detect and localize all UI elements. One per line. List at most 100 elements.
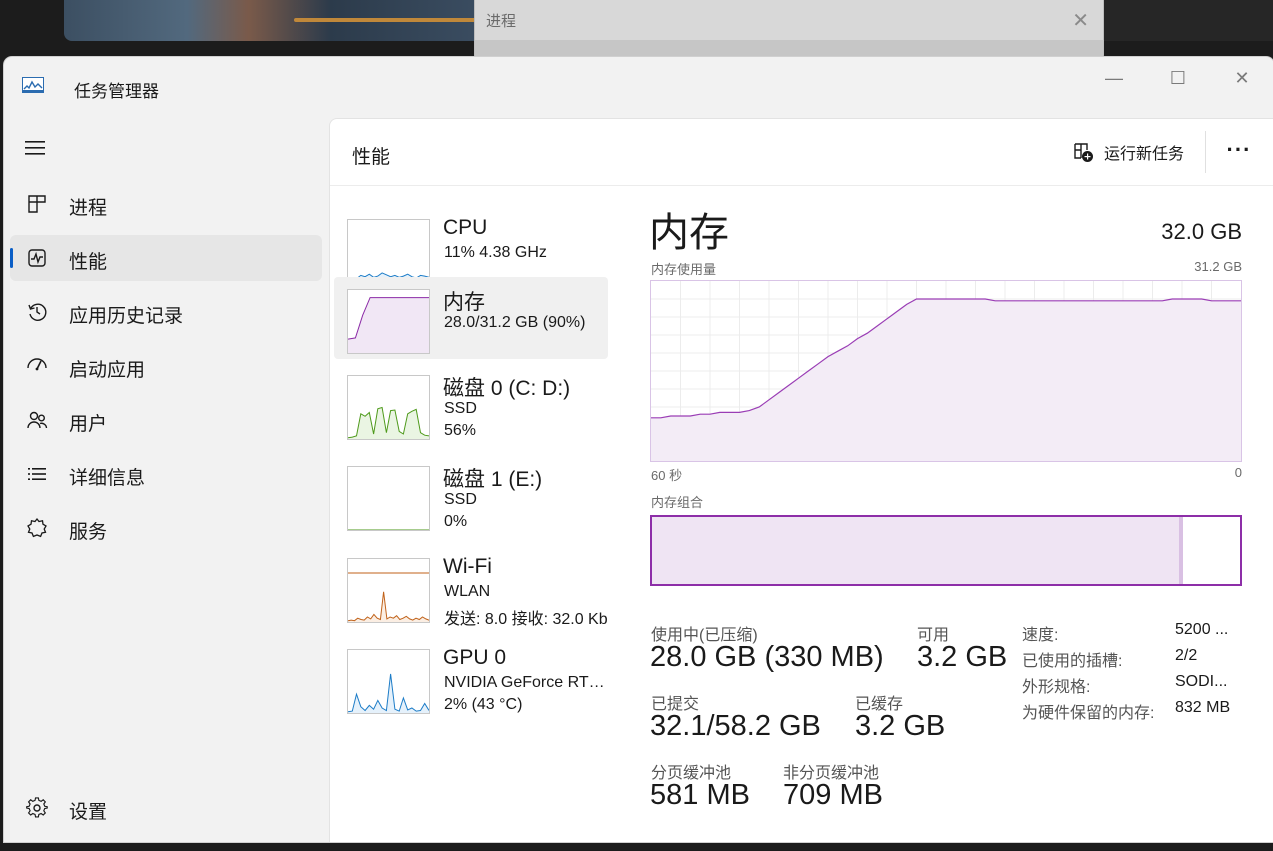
in-use-value: 28.0 GB (330 MB) <box>650 641 884 673</box>
sidebar-item-label: 服务 <box>69 522 108 543</box>
sidebar-item-details[interactable]: 详细信息 <box>10 451 322 497</box>
performance-panel: 性能 运行新任务 ··· CPU 11% 4.38 GHz 内存 28.0/31… <box>329 118 1273 842</box>
spec-key: 为硬件保留的内存: <box>1022 705 1155 722</box>
run-new-task-label: 运行新任务 <box>1104 146 1185 163</box>
memory-usage-label: 内存使用量 <box>651 262 717 277</box>
header-divider <box>1205 131 1206 173</box>
mini-graph-area <box>348 297 429 353</box>
spec-key: 速度: <box>1022 627 1059 644</box>
committed-value: 32.1/58.2 GB <box>650 710 821 742</box>
device-detail: 0% <box>444 513 468 530</box>
sidebar-item-performance[interactable]: 性能 <box>10 235 322 281</box>
gear-icon <box>26 797 48 818</box>
task-manager-window: 任务管理器 — ☐ ✕ 进程 性能 应用历史记录 启动应用 用户 详细信息 服务… <box>4 57 1273 842</box>
sidebar-item-label: 进程 <box>69 198 108 219</box>
run-new-task-button[interactable]: 运行新任务 <box>1068 133 1198 171</box>
device-wifi[interactable]: Wi-Fi WLAN 发送: 8.0 接收: 32.0 Kbps <box>334 546 608 628</box>
memory-usage-chart <box>651 281 1241 461</box>
sidebar-item-label: 性能 <box>69 252 108 273</box>
services-icon <box>27 517 47 538</box>
background-window-title: 进程 <box>486 13 517 30</box>
content-header: 性能 运行新任务 ··· <box>330 119 1273 186</box>
device-detail: NVIDIA GeForce RTX 4060 Laptop GPU <box>444 674 608 691</box>
spec-key: 已使用的插槽: <box>1022 653 1123 670</box>
memory-mini-graph <box>347 289 430 354</box>
composition-modified <box>1179 517 1183 584</box>
desktop-background <box>1102 0 1273 41</box>
wifi-mini-graph <box>347 558 430 623</box>
performance-icon <box>28 249 46 267</box>
device-name: CPU <box>443 216 488 239</box>
total-memory: 32.0 GB <box>1161 219 1242 244</box>
app-title: 任务管理器 <box>74 82 159 101</box>
details-icon <box>28 468 46 480</box>
background-window-close-icon[interactable]: ✕ <box>1072 8 1089 33</box>
device-detail: 发送: 8.0 接收: 32.0 Kbps <box>444 611 608 628</box>
detail-title: 内存 <box>649 211 729 255</box>
startup-apps-icon <box>27 358 47 371</box>
desktop-wallpaper <box>64 0 504 41</box>
paged-pool-value: 581 MB <box>650 779 750 811</box>
mini-graph-line <box>348 591 429 622</box>
graph-axis-start: 60 秒 <box>651 468 683 483</box>
memory-composition-label: 内存组合 <box>651 495 704 510</box>
settings-label: 设置 <box>69 802 108 823</box>
minimize-button[interactable]: — <box>1089 63 1139 93</box>
more-options-button[interactable]: ··· <box>1222 137 1256 167</box>
spec-value: 832 MB <box>1175 699 1231 716</box>
device-detail: 2% (43 °C) <box>444 696 523 713</box>
device-disk-0[interactable]: 磁盘 0 (C: D:) SSD 56% <box>334 363 608 445</box>
sidebar-item-label: 用户 <box>69 414 108 435</box>
memory-usage-graph <box>650 280 1242 462</box>
task-manager-icon <box>22 77 44 93</box>
sidebar-item-app-history[interactable]: 应用历史记录 <box>10 289 322 335</box>
processes-icon <box>28 195 46 213</box>
cpu-mini-graph <box>347 219 430 284</box>
device-name: 内存 <box>443 291 485 314</box>
background-window[interactable]: 进程 ✕ <box>474 0 1104 61</box>
composition-in-use <box>652 517 1180 584</box>
device-detail: 56% <box>444 422 477 439</box>
app-history-icon <box>28 303 47 321</box>
device-disk-1[interactable]: 磁盘 1 (E:) SSD 0% <box>334 454 608 536</box>
wallpaper-detail <box>294 18 504 22</box>
sidebar-item-label: 启动应用 <box>69 360 146 381</box>
device-detail: 28.0/31.2 GB (90%) <box>444 314 586 331</box>
sidebar-item-services[interactable]: 服务 <box>10 505 322 551</box>
device-name: 磁盘 0 (C: D:) <box>443 377 571 400</box>
device-detail: WLAN <box>444 583 491 600</box>
memory-composition-bar <box>650 515 1242 586</box>
device-memory[interactable]: 内存 28.0/31.2 GB (90%) <box>334 277 608 359</box>
disk1-mini-graph <box>347 466 430 531</box>
available-value: 3.2 GB <box>917 641 1008 673</box>
device-name: 磁盘 1 (E:) <box>443 468 543 491</box>
device-detail: 11% 4.38 GHz <box>444 244 547 261</box>
sidebar-item-processes[interactable]: 进程 <box>10 181 322 227</box>
close-button[interactable]: ✕ <box>1217 63 1267 93</box>
device-name: GPU 0 <box>443 646 507 669</box>
users-icon <box>27 411 48 429</box>
active-indicator <box>10 248 13 268</box>
device-name: Wi-Fi <box>443 555 492 578</box>
graph-axis-end: 0 <box>1234 465 1242 480</box>
gpu-mini-graph <box>347 649 430 714</box>
device-detail: SSD <box>444 400 477 417</box>
spec-value: SODI... <box>1175 673 1228 690</box>
sidebar-item-startup-apps[interactable]: 启动应用 <box>10 343 322 389</box>
device-detail: SSD <box>444 491 477 508</box>
sidebar-item-label: 应用历史记录 <box>69 306 184 327</box>
maximize-button[interactable]: ☐ <box>1153 63 1203 93</box>
sidebar-item-settings[interactable]: 设置 <box>10 785 322 831</box>
spec-key: 外形规格: <box>1022 679 1091 696</box>
title-bar[interactable]: 任务管理器 — ☐ ✕ <box>4 57 1273 117</box>
device-gpu-0[interactable]: GPU 0 NVIDIA GeForce RTX 4060 Laptop GPU… <box>334 637 608 719</box>
hamburger-menu-icon[interactable] <box>24 139 46 157</box>
cached-value: 3.2 GB <box>855 710 946 742</box>
nonpaged-pool-value: 709 MB <box>783 779 883 811</box>
spec-value: 2/2 <box>1175 647 1198 664</box>
sidebar-item-users[interactable]: 用户 <box>10 397 322 443</box>
memory-usage-max: 31.2 GB <box>1194 259 1242 274</box>
spec-value: 5200 ... <box>1175 621 1229 638</box>
run-new-task-icon <box>1074 143 1093 162</box>
sidebar-item-label: 详细信息 <box>69 468 146 489</box>
